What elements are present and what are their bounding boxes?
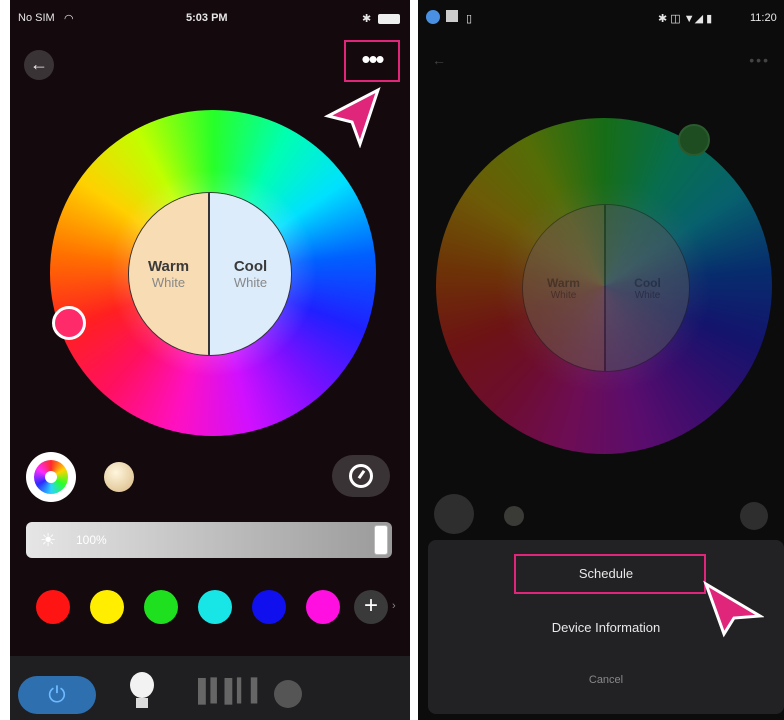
back-arrow-icon[interactable]: ←: [432, 52, 446, 68]
white-temperature-selector: Warm White Cool White: [128, 192, 292, 356]
brightness-slider[interactable]: ☀ 100%: [26, 522, 392, 558]
preset-color-swatch[interactable]: [36, 590, 70, 624]
white-mode-button[interactable]: [104, 462, 134, 492]
status-bar: No SIM ◠ 5:03 PM ✱: [10, 0, 410, 40]
power-button[interactable]: ⏻: [18, 676, 96, 714]
image-notification-icon: [446, 10, 458, 22]
rgb-mode-button: [434, 494, 474, 534]
wifi-icon: ◠: [64, 13, 74, 25]
rgb-mode-button[interactable]: [26, 452, 76, 502]
bulb-tab[interactable]: [128, 672, 156, 712]
white-temperature-selector: Warm White Cool White: [522, 204, 690, 372]
left-phone-screen: No SIM ◠ 5:03 PM ✱ ← ••• Warm White Cool…: [10, 0, 410, 720]
cool-subtitle: White: [233, 275, 268, 290]
brightness-value: 100%: [76, 533, 107, 547]
brightness-handle[interactable]: [374, 525, 388, 555]
color-picker-handle[interactable]: [52, 306, 86, 340]
cool-subtitle: White: [634, 289, 661, 301]
signal-icons: ✱ ◫ ▼◢ ▮: [658, 13, 713, 25]
cancel-option[interactable]: Cancel: [428, 674, 784, 686]
scene-tab[interactable]: [274, 680, 302, 708]
timer-button[interactable]: [332, 455, 390, 497]
warm-subtitle: White: [151, 275, 186, 290]
preset-color-swatch[interactable]: [90, 590, 124, 624]
preset-color-swatch[interactable]: [198, 590, 232, 624]
status-time: 5:03 PM: [186, 12, 228, 24]
pointer-arrow-icon: [703, 580, 764, 638]
more-dots-icon[interactable]: •••: [749, 52, 770, 68]
battery-icon: [378, 14, 400, 24]
back-button[interactable]: ←: [24, 50, 54, 80]
color-picker-handle: [678, 124, 710, 156]
phone-icon: ▯: [466, 13, 473, 25]
music-tab[interactable]: ▌▍▌▎▍: [198, 678, 268, 704]
status-time: 11:20: [750, 12, 777, 24]
timer-button: [740, 502, 768, 530]
power-icon: ⏻: [48, 682, 66, 707]
add-color-button[interactable]: +: [354, 590, 388, 624]
warm-title: Warm: [547, 275, 580, 290]
carrier-label: No SIM: [18, 12, 55, 24]
preset-color-swatch[interactable]: [252, 590, 286, 624]
more-options-button[interactable]: •••: [344, 40, 400, 82]
sun-icon: ☀: [40, 530, 57, 550]
plus-icon: +: [363, 592, 378, 619]
warm-title: Warm: [147, 258, 190, 275]
right-phone-screen: ▯ ✱ ◫ ▼◢ ▮ 11:20 ← ••• Warm White Cool W…: [418, 0, 784, 720]
pointer-arrow-icon: [323, 86, 381, 148]
white-mode-button: [504, 506, 524, 526]
bottom-navigation: ⏻ ▌▍▌▎▍: [10, 656, 410, 720]
status-bar: ▯ ✱ ◫ ▼◢ ▮ 11:20: [418, 0, 784, 40]
preset-color-swatch[interactable]: [306, 590, 340, 624]
warm-subtitle: White: [550, 289, 577, 301]
sound-wave-icon: ▌▍▌▎▍: [198, 678, 268, 703]
more-dots-icon: •••: [361, 44, 384, 74]
chevron-right-icon: ›: [392, 600, 396, 612]
app-notification-icon: [426, 10, 440, 24]
preset-color-swatch[interactable]: [144, 590, 178, 624]
bulb-icon: [130, 672, 154, 698]
cool-title: Cool: [634, 275, 661, 290]
timer-icon: [349, 464, 373, 488]
cool-title: Cool: [233, 258, 268, 275]
bluetooth-icon: ✱: [362, 13, 372, 25]
back-arrow-icon: ←: [30, 54, 48, 74]
